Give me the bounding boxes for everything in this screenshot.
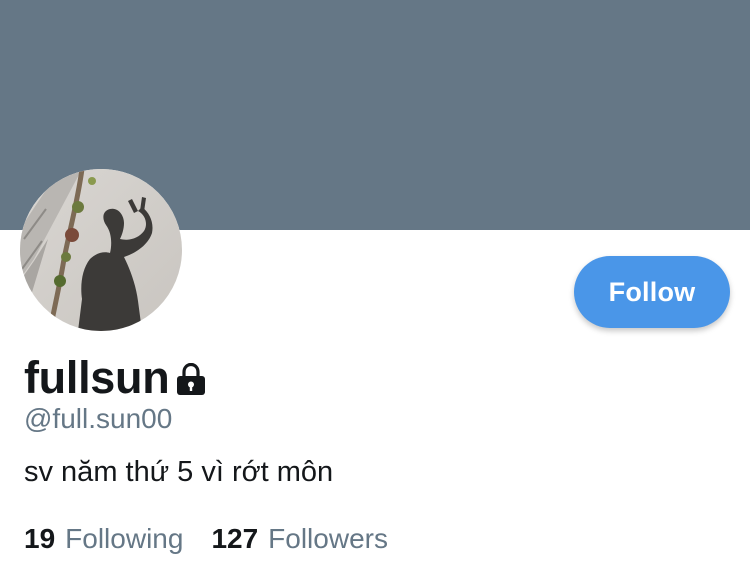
follow-button[interactable]: Follow xyxy=(574,256,730,328)
followers-count: 127 xyxy=(211,523,259,554)
lock-icon xyxy=(175,362,207,397)
profile-stats: 19 Following 127 Followers xyxy=(24,522,416,556)
profile-bio: sv năm thứ 5 vì rớt môn xyxy=(24,456,334,488)
display-name: fullsun xyxy=(24,352,170,403)
followers-stat[interactable]: 127 Followers xyxy=(211,522,388,556)
profile-page: Follow fullsun @full.sun00 sv năm thứ 5 … xyxy=(0,0,750,575)
following-count: 19 xyxy=(24,523,56,554)
following-label: Following xyxy=(65,523,184,554)
avatar[interactable] xyxy=(20,169,182,331)
avatar-image xyxy=(20,169,182,331)
followers-label: Followers xyxy=(268,523,388,554)
name-row: fullsun xyxy=(24,352,207,404)
following-stat[interactable]: 19 Following xyxy=(24,522,183,556)
profile-handle: @full.sun00 xyxy=(24,403,173,434)
